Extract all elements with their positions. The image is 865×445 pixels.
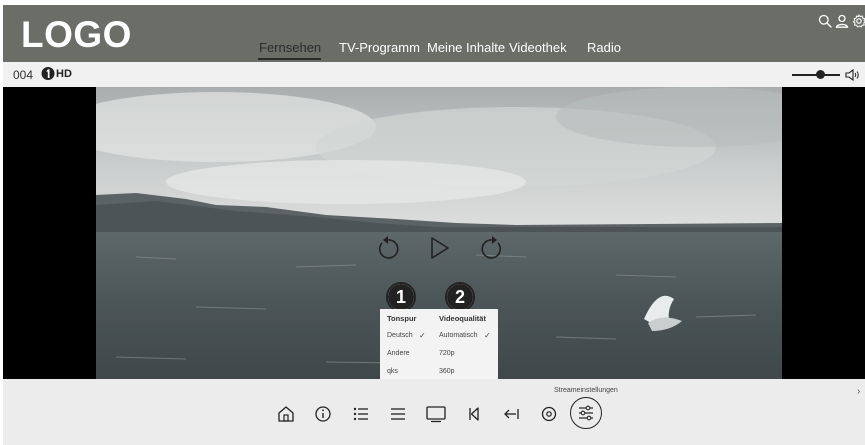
home-icon[interactable]	[275, 403, 297, 425]
nav-fernsehen[interactable]: Fernsehen	[259, 40, 321, 58]
record-icon[interactable]	[538, 403, 560, 425]
menu-icon[interactable]	[387, 403, 409, 425]
volume-icon[interactable]	[845, 68, 861, 82]
back-arrow-icon[interactable]	[500, 403, 522, 425]
user-icon[interactable]	[835, 14, 849, 28]
rewind-icon[interactable]	[374, 233, 402, 263]
nav-active-underline	[258, 58, 321, 60]
nav-videothek[interactable]: Videothek	[509, 40, 567, 58]
list-icon[interactable]	[350, 403, 372, 425]
stream-settings-popup: Tonspur Videoqualität Deutsch ✓ Andere q…	[380, 309, 498, 379]
channel-logo-icon	[41, 67, 55, 80]
audio-heading: Tonspur	[387, 314, 417, 323]
forward-icon[interactable]	[478, 233, 506, 263]
chevron-right-icon[interactable]: ›	[857, 386, 860, 397]
volume-slider-knob[interactable]	[816, 70, 825, 79]
logo[interactable]: LOGO	[21, 15, 132, 55]
settings-icon[interactable]	[852, 14, 865, 28]
audio-option[interactable]: Andere	[387, 350, 410, 357]
tv-player-app: LOGO Fernsehen TV-Programm Meine Inhalte…	[0, 0, 865, 445]
stream-settings-button[interactable]	[570, 397, 602, 429]
video-option[interactable]: 720p	[439, 350, 455, 357]
check-icon: ✓	[419, 331, 426, 340]
stream-settings-icon	[579, 405, 593, 421]
info-icon[interactable]	[312, 403, 334, 425]
hd-badge: HD	[56, 68, 72, 80]
stream-settings-label: Streameinstellungen	[554, 387, 618, 394]
nav-tv-programm[interactable]: TV-Programm	[339, 40, 420, 58]
annotation-badge-2: 2	[445, 282, 475, 312]
nav-radio[interactable]: Radio	[587, 40, 621, 58]
screen-icon[interactable]	[424, 403, 448, 425]
audio-option[interactable]: Deutsch	[387, 332, 413, 339]
video-option[interactable]: 360p	[439, 368, 455, 375]
video-option[interactable]: Automatisch	[439, 332, 478, 339]
annotation-badge-1: 1	[386, 282, 416, 312]
check-icon: ✓	[484, 331, 491, 340]
search-icon[interactable]	[818, 14, 832, 28]
audio-option[interactable]: qks	[387, 368, 398, 375]
play-icon[interactable]	[426, 233, 454, 263]
channel-number: 004	[13, 68, 34, 82]
channel-bar: 004	[3, 62, 865, 87]
video-heading: Videoqualität	[439, 314, 486, 323]
skip-back-icon[interactable]	[463, 403, 485, 425]
nav-meine-inhalte[interactable]: Meine Inhalte	[427, 40, 505, 58]
